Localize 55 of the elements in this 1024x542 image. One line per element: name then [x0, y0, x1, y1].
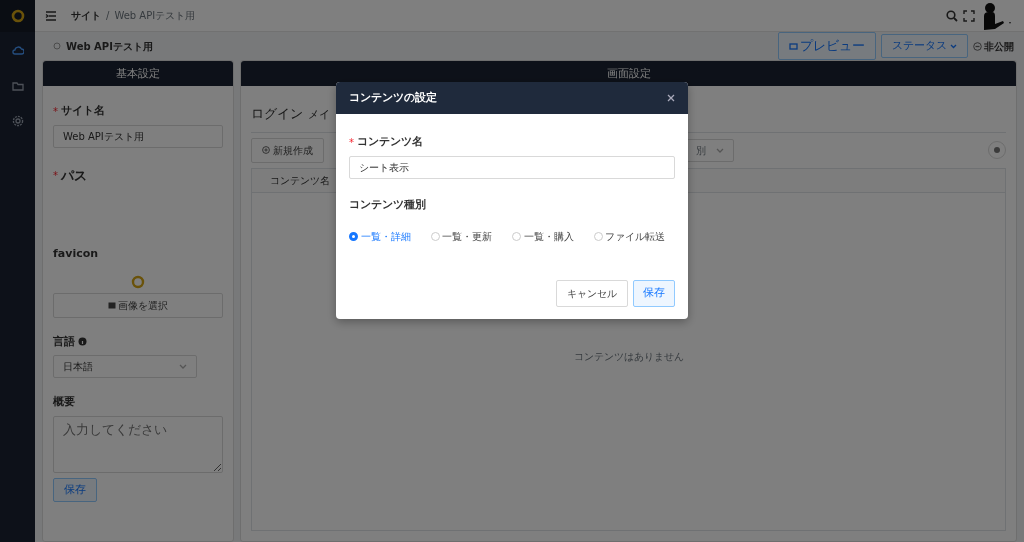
new-button[interactable]: 新規作成: [251, 137, 324, 163]
field-label: パス: [61, 166, 87, 185]
required-mark: *: [53, 104, 58, 119]
favicon-icon: [131, 274, 145, 289]
close-icon[interactable]: [667, 94, 675, 102]
panel-header: 基本設定: [43, 61, 233, 86]
save-button[interactable]: 保存: [53, 477, 97, 502]
radio-option[interactable]: 一覧・更新: [430, 229, 492, 244]
settings-icon[interactable]: [11, 115, 24, 127]
logo-icon[interactable]: [10, 9, 25, 23]
field-label: favicon: [53, 246, 99, 262]
field-label: 概要: [53, 394, 75, 410]
cloud-icon[interactable]: [11, 45, 24, 55]
breadcrumb-separator: /: [106, 9, 110, 23]
menu-icon[interactable]: [45, 10, 57, 21]
plus-circle-icon: [262, 146, 270, 154]
summary-field[interactable]: 入力してください: [53, 415, 223, 473]
search-icon[interactable]: [946, 9, 958, 22]
tab[interactable]: ログイン: [251, 104, 303, 124]
folder-icon[interactable]: [11, 81, 24, 91]
site-name-field[interactable]: Web APIテスト用: [53, 124, 223, 148]
status-circle-icon: [53, 42, 61, 50]
preview-button[interactable]: プレビュー: [777, 32, 876, 60]
tab[interactable]: メイ: [308, 107, 330, 124]
minus-circle-icon: [972, 41, 982, 51]
info-icon: [78, 337, 87, 347]
panel-header: 画面設定: [241, 61, 1016, 86]
preview-icon: [788, 42, 798, 50]
cancel-button[interactable]: キャンセル: [556, 280, 628, 307]
radio-option[interactable]: ファイル転送: [593, 229, 665, 244]
settings-button[interactable]: [988, 141, 1006, 159]
breadcrumb-link[interactable]: サイト: [71, 8, 101, 23]
breadcrumb-current: Web APIテスト用: [114, 9, 196, 23]
radio-option[interactable]: 一覧・購入: [512, 229, 574, 244]
chevron-icon: [179, 364, 187, 369]
field-label: コンテンツ名: [357, 134, 423, 150]
content-name-field[interactable]: シート表示: [349, 155, 675, 179]
fullscreen-icon[interactable]: [963, 9, 975, 22]
field-label: サイト名: [61, 103, 105, 119]
image-icon: [107, 301, 116, 309]
required-mark: *: [349, 135, 354, 150]
select-image-button[interactable]: 画像を選択: [53, 292, 223, 318]
chevron-icon: [715, 147, 724, 153]
page-title: Web APIテスト用: [66, 39, 153, 54]
column-header: コンテンツ名: [270, 173, 330, 188]
visibility-status: 非公開: [984, 39, 1014, 54]
status-dropdown[interactable]: ステータス: [881, 33, 968, 59]
required-mark: *: [53, 168, 58, 183]
caret-icon: [949, 43, 957, 49]
field-label: 言語: [53, 333, 75, 350]
radio-option[interactable]: 一覧・詳細: [349, 229, 411, 244]
save-button[interactable]: 保存: [633, 280, 675, 307]
language-select[interactable]: 日本語: [53, 355, 197, 378]
dialog-title: コンテンツの設定: [349, 89, 437, 106]
field-label: コンテンツ種別: [349, 196, 427, 213]
